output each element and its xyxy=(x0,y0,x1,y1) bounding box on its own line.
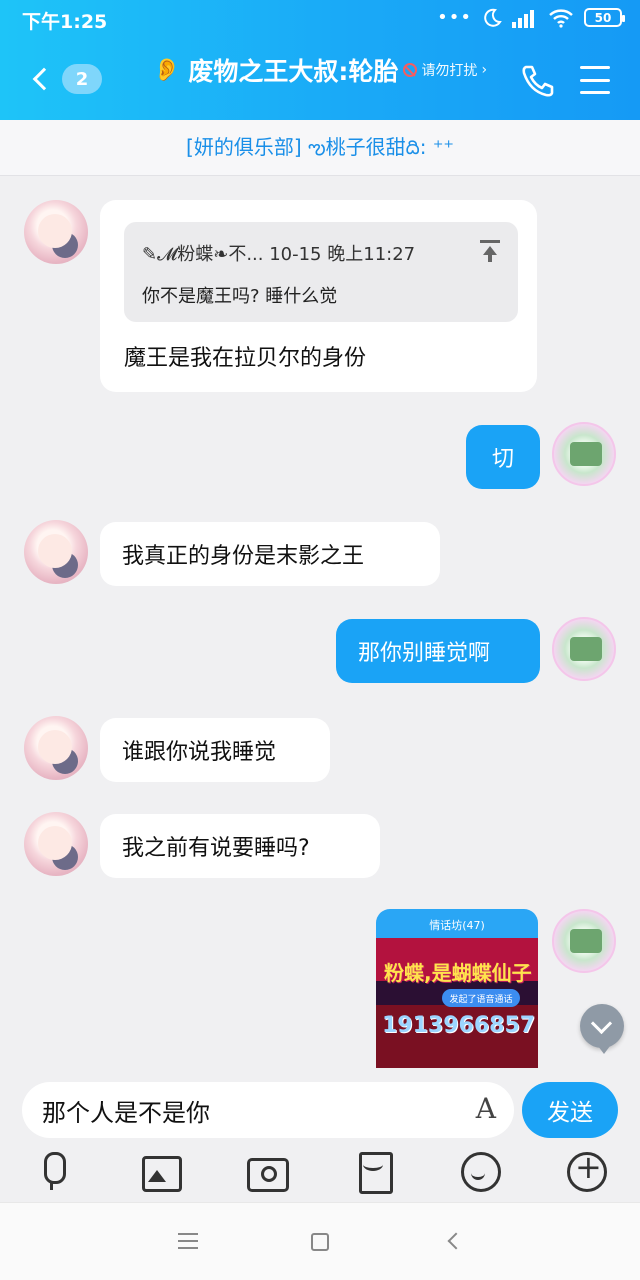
back-button[interactable]: 2 xyxy=(30,56,110,102)
avatar-me[interactable] xyxy=(552,422,616,486)
emoji-icon[interactable] xyxy=(460,1152,501,1192)
plus-icon[interactable] xyxy=(566,1148,607,1192)
group-banner-text: [妍的俱乐部] ఌ桃子很甜ది: ⁺⁺ xyxy=(186,135,454,159)
reply-quote[interactable]: ✎𝓜粉蝶❧不... 10-15 晚上11:27 你不是魔王吗? 睡什么觉 xyxy=(124,222,518,322)
avatar-other[interactable] xyxy=(24,520,88,584)
chat-subtitle: 请勿打扰 › xyxy=(403,60,487,80)
microphone-icon[interactable] xyxy=(33,1152,73,1192)
status-icons: ••• 50 xyxy=(437,7,625,28)
image-number-text: 1913966857 xyxy=(382,1013,536,1038)
message-bubble-me[interactable]: 切 xyxy=(466,425,540,489)
wifi-icon xyxy=(549,8,573,28)
menu-icon[interactable] xyxy=(580,66,610,94)
chevron-left-icon xyxy=(32,67,56,91)
message-text: 我之前有说要睡吗? xyxy=(122,836,310,861)
avatar-me[interactable] xyxy=(552,909,616,973)
message-text: 谁跟你说我睡觉 xyxy=(122,740,277,765)
red-packet-icon[interactable] xyxy=(353,1152,393,1194)
battery-level: 50 xyxy=(594,10,612,25)
message-bubble-me[interactable]: 那你别睡觉啊 xyxy=(336,619,540,683)
avatar-me[interactable] xyxy=(552,617,616,681)
input-tools xyxy=(0,1148,640,1196)
chat-title: 👂 废物之王大叔:轮胎 xyxy=(153,52,398,88)
message-text: 那你别睡觉啊 xyxy=(358,641,491,666)
message-bubble-other[interactable]: 谁跟你说我睡觉 xyxy=(100,718,330,782)
chat-title-area[interactable]: 👂 废物之王大叔:轮胎 请勿打扰 › xyxy=(150,52,490,88)
send-button[interactable]: 发送 xyxy=(522,1082,618,1138)
message-bubble-other[interactable]: ✎𝓜粉蝶❧不... 10-15 晚上11:27 你不是魔王吗? 睡什么觉 魔王是… xyxy=(100,200,537,392)
moon-icon xyxy=(484,8,502,27)
scroll-to-bottom-button[interactable] xyxy=(580,1004,624,1054)
chat-subtitle-text: 请勿打扰 xyxy=(421,62,478,79)
chat-area[interactable]: ✎𝓜粉蝶❧不... 10-15 晚上11:27 你不是魔王吗? 睡什么觉 魔王是… xyxy=(0,176,640,1068)
image-message[interactable]: 情话坊(47) 粉蝶,是蝴蝶仙子 发起了语音通话 1913966857 xyxy=(376,909,538,1068)
avatar-other[interactable] xyxy=(24,200,88,264)
avatar-other[interactable] xyxy=(24,812,88,876)
notification-dots-icon: ••• xyxy=(437,7,472,28)
message-bubble-other[interactable]: 我之前有说要睡吗? xyxy=(100,814,380,878)
image-title: 情话坊(47) xyxy=(429,919,485,932)
system-nav-bar xyxy=(0,1202,640,1280)
nav-back-icon[interactable] xyxy=(447,1232,465,1250)
message-input-value: 那个人是不是你 xyxy=(42,1098,210,1127)
jump-to-top-icon[interactable] xyxy=(480,240,500,262)
ear-icon: 👂 xyxy=(152,57,181,83)
reply-text: 你不是魔王吗? 睡什么觉 xyxy=(142,286,338,307)
reply-meta: ✎𝓜粉蝶❧不... 10-15 晚上11:27 xyxy=(142,244,416,265)
battery-icon: 50 xyxy=(584,8,625,27)
nav-menu-icon[interactable] xyxy=(178,1233,198,1249)
chat-header: 下午1:25 ••• 50 2 👂 废物之王大叔:轮胎 请勿打扰 › xyxy=(0,0,640,120)
status-time: 下午1:25 xyxy=(22,11,108,33)
chat-title-text: 废物之王大叔:轮胎 xyxy=(188,57,399,86)
signal-icon xyxy=(512,9,534,28)
top-bar: 2 👂 废物之王大叔:轮胎 请勿打扰 › xyxy=(0,38,640,120)
message-text: 切 xyxy=(491,447,514,472)
camera-icon[interactable] xyxy=(246,1152,289,1192)
text-style-icon[interactable]: A xyxy=(476,1092,496,1125)
message-bubble-other[interactable]: 我真正的身份是末影之王 xyxy=(100,522,440,586)
image-call-text: 发起了语音通话 xyxy=(442,989,520,1007)
input-bar: 那个人是不是你 A 发送 xyxy=(0,1068,640,1202)
avatar-other[interactable] xyxy=(24,716,88,780)
status-bar: 下午1:25 ••• 50 xyxy=(0,0,640,38)
image-overlay-text: 粉蝶,是蝴蝶仙子 xyxy=(384,961,532,985)
unread-badge: 2 xyxy=(62,64,102,94)
phone-icon[interactable] xyxy=(518,64,558,98)
nav-home-icon[interactable] xyxy=(311,1233,329,1251)
message-text: 魔王是我在拉贝尔的身份 xyxy=(124,346,367,371)
message-text: 我真正的身份是末影之王 xyxy=(122,544,365,569)
group-banner[interactable]: [妍的俱乐部] ఌ桃子很甜ది: ⁺⁺ xyxy=(0,120,640,176)
image-icon[interactable] xyxy=(140,1152,182,1192)
do-not-disturb-icon xyxy=(403,62,418,77)
message-input[interactable]: 那个人是不是你 A xyxy=(22,1082,514,1138)
chevron-right-icon: › xyxy=(481,61,488,78)
